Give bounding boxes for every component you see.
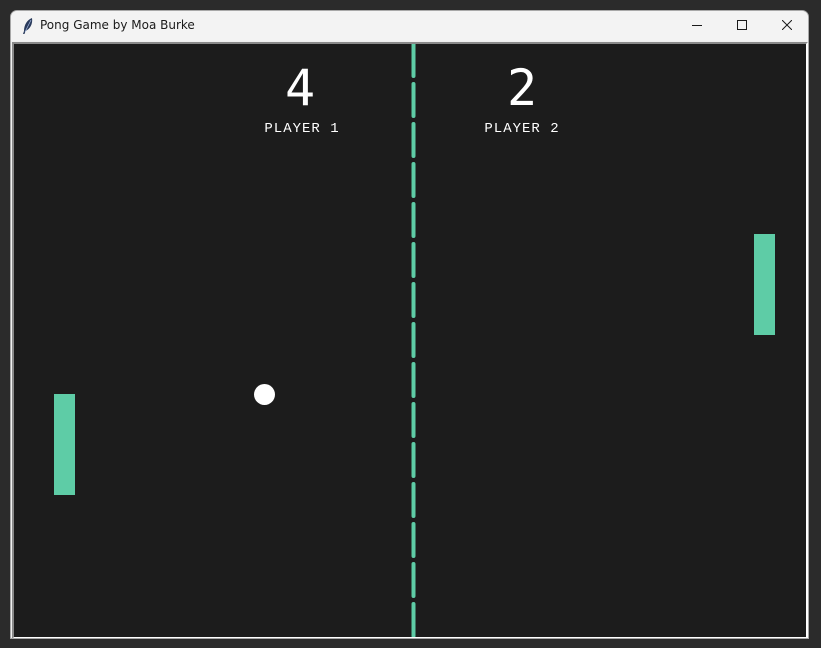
title-bar[interactable]: Pong Game by Moa Burke — [11, 11, 808, 41]
minimize-button[interactable] — [674, 11, 720, 41]
game-canvas-frame: 4 PLAYER 1 2 PLAYER 2 — [12, 42, 808, 638]
maximize-button[interactable] — [719, 11, 765, 41]
player1-score: 4 — [284, 59, 316, 117]
close-button[interactable] — [764, 11, 808, 41]
left-paddle — [54, 394, 75, 495]
feather-icon — [21, 17, 35, 35]
player2-label: PLAYER 2 — [484, 121, 560, 137]
game-field[interactable]: 4 PLAYER 1 2 PLAYER 2 — [14, 44, 806, 637]
maximize-icon — [737, 20, 747, 30]
player2-score: 2 — [506, 59, 538, 117]
app-window: Pong Game by Moa Burke 4 PLAYER 1 2 PLAY… — [10, 10, 809, 639]
player1-label: PLAYER 1 — [264, 121, 340, 137]
minimize-icon — [692, 25, 702, 26]
right-paddle — [754, 234, 775, 335]
window-title: Pong Game by Moa Burke — [40, 18, 195, 32]
ball — [254, 384, 275, 405]
center-net — [411, 44, 416, 637]
close-icon — [782, 20, 792, 30]
